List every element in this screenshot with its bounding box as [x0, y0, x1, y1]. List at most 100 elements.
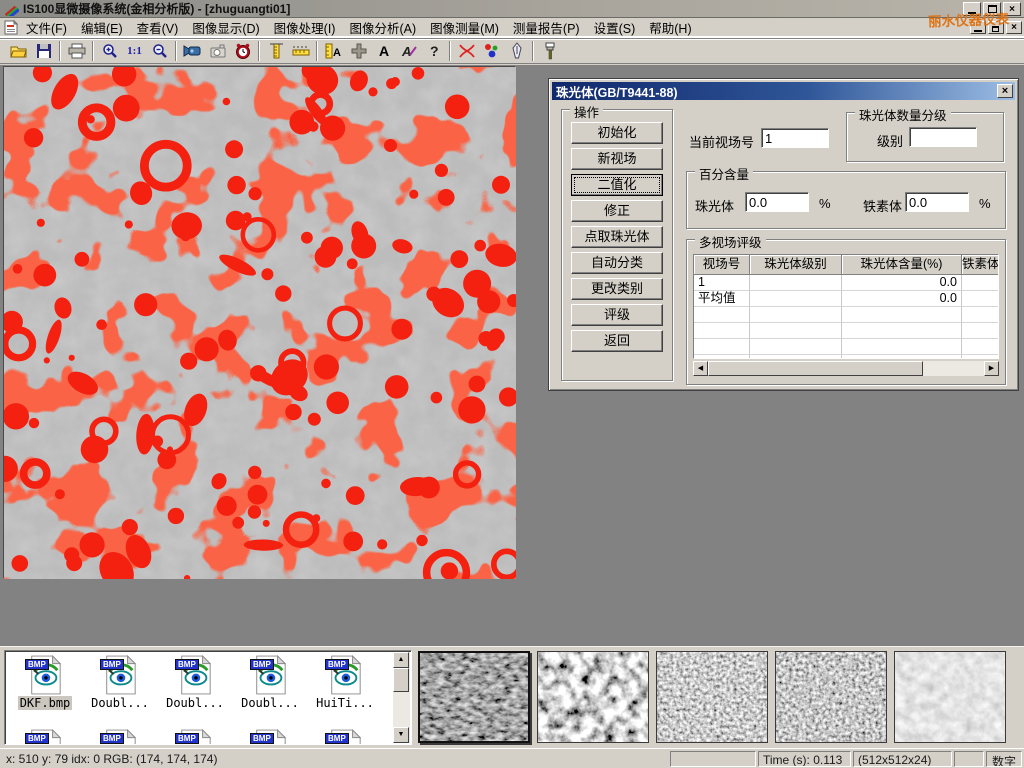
menu-item-file[interactable]: 文件(F) — [19, 17, 74, 38]
ferrite-input[interactable] — [905, 192, 969, 212]
measure-text-button[interactable]: A — [321, 40, 346, 62]
video-capture-button[interactable] — [180, 40, 205, 62]
zoom-in-icon — [101, 42, 119, 60]
pearlite-dialog: 珠光体(GB/T9441-88) × 操作 初始化 新视场 二值化 修正 点取珠… — [548, 78, 1019, 391]
scroll-left-button[interactable]: ◀ — [693, 361, 708, 376]
return-button[interactable]: 返回 — [571, 330, 663, 352]
scrollbar-thumb[interactable] — [393, 668, 409, 692]
new-field-button[interactable]: 新视场 — [571, 148, 663, 170]
actual-size-button[interactable]: 1:1 — [122, 40, 147, 62]
scroll-down-button[interactable]: ▼ — [393, 727, 409, 743]
file-name[interactable]: Doubl... — [239, 696, 301, 710]
toolbar-separator — [316, 41, 318, 61]
file-item-partial[interactable]: BMP — [309, 729, 381, 745]
cell-empty — [842, 307, 962, 323]
file-item[interactable]: BMP HuiTi... — [309, 655, 381, 710]
horizontal-ruler-icon — [291, 42, 311, 60]
file-item-partial[interactable]: BMP — [9, 729, 81, 745]
file-item[interactable]: BMP Doubl... — [84, 655, 156, 710]
column-pearlite-content[interactable]: 珠光体含量(%) — [842, 255, 962, 275]
thumbnail-2[interactable] — [537, 651, 649, 743]
particle-classes-button[interactable] — [479, 40, 504, 62]
print-button[interactable] — [64, 40, 89, 62]
grade-button[interactable]: 评级 — [571, 304, 663, 326]
file-item[interactable]: BMP DKF.bmp — [9, 655, 81, 710]
text-annotation-button[interactable]: A — [371, 40, 396, 62]
scroll-right-button[interactable]: ▶ — [984, 361, 999, 376]
timer-button[interactable] — [230, 40, 255, 62]
menu-item-image-analysis[interactable]: 图像分析(A) — [342, 17, 423, 38]
help-button[interactable]: ? — [421, 40, 446, 62]
file-item[interactable]: BMP Doubl... — [159, 655, 231, 710]
menu-item-report[interactable]: 测量报告(P) — [506, 17, 587, 38]
table-row[interactable]: 平均值 0.0 — [694, 291, 998, 307]
specimen-image[interactable] — [3, 66, 515, 578]
curve-eraser-button[interactable] — [454, 40, 479, 62]
dialog-close-button[interactable]: × — [997, 84, 1013, 98]
initialize-button[interactable]: 初始化 — [571, 122, 663, 144]
level-input[interactable] — [909, 127, 977, 147]
mdi-client-area: 珠光体(GB/T9441-88) × 操作 初始化 新视场 二值化 修正 点取珠… — [0, 65, 1024, 646]
caliper-button[interactable] — [263, 40, 288, 62]
table-horizontal-scrollbar[interactable]: ◀ ▶ — [693, 361, 999, 376]
table-row[interactable]: 1 0.0 — [694, 275, 998, 291]
file-list-scrollbar[interactable]: ▲ ▼ — [393, 652, 410, 743]
column-field[interactable]: 视场号 — [694, 255, 750, 275]
file-item-partial[interactable]: BMP — [84, 729, 156, 745]
zoom-out-button[interactable] — [147, 40, 172, 62]
binarize-button[interactable]: 二值化 — [571, 174, 663, 196]
ruler-button[interactable] — [288, 40, 313, 62]
scroll-up-button[interactable]: ▲ — [393, 652, 409, 668]
pick-pearlite-button[interactable]: 点取珠光体 — [571, 226, 663, 248]
column-ferrite-content[interactable]: 铁素体含量(%) — [962, 255, 999, 275]
move-button[interactable] — [346, 40, 371, 62]
file-name[interactable]: Doubl... — [164, 696, 226, 710]
save-button[interactable] — [31, 40, 56, 62]
cursor-position-readout: x: 510 y: 79 idx: 0 RGB: (174, 174, 174) — [6, 752, 217, 766]
menu-item-help[interactable]: 帮助(H) — [642, 17, 698, 38]
close-icon: × — [1011, 22, 1017, 33]
menu-item-settings[interactable]: 设置(S) — [587, 17, 643, 38]
menu-item-image-measure[interactable]: 图像测量(M) — [423, 17, 506, 38]
file-name[interactable]: DKF.bmp — [18, 696, 73, 710]
cell-empty — [694, 323, 750, 339]
menu-item-image-process[interactable]: 图像处理(I) — [267, 17, 343, 38]
dialog-title-bar[interactable]: 珠光体(GB/T9441-88) × — [552, 82, 1015, 100]
thumbnail-4[interactable] — [775, 651, 887, 743]
open-button[interactable] — [6, 40, 31, 62]
pen-icon — [510, 42, 524, 60]
table-row-empty — [694, 355, 998, 359]
correct-button[interactable]: 修正 — [571, 200, 663, 222]
vertical-ruler-icon — [267, 42, 285, 60]
column-grade[interactable]: 珠光体级别 — [750, 255, 842, 275]
table-header: 视场号 珠光体级别 珠光体含量(%) 铁素体含量(%) — [694, 255, 998, 275]
bmp-file-icon: BMP — [252, 655, 288, 695]
close-icon: × — [1002, 85, 1008, 97]
edit-text-button[interactable]: A — [396, 40, 421, 62]
brush-button[interactable] — [537, 40, 562, 62]
file-item-partial[interactable]: BMP — [234, 729, 306, 745]
auto-classify-button[interactable]: 自动分类 — [571, 252, 663, 274]
menu-item-view[interactable]: 查看(V) — [130, 17, 186, 38]
camera-capture-button[interactable] — [205, 40, 230, 62]
current-field-input[interactable] — [761, 128, 829, 148]
minimize-icon — [974, 30, 982, 32]
zoom-in-button[interactable] — [97, 40, 122, 62]
thumbnail-3[interactable] — [656, 651, 768, 743]
change-class-button[interactable]: 更改类别 — [571, 278, 663, 300]
thumbnail-5[interactable] — [894, 651, 1006, 743]
menu-item-image-display[interactable]: 图像显示(D) — [185, 17, 266, 38]
pen-button[interactable] — [504, 40, 529, 62]
save-icon — [35, 42, 53, 60]
pearlite-input[interactable] — [745, 192, 809, 212]
file-item[interactable]: BMP Doubl... — [234, 655, 306, 710]
scrollbar-thumb[interactable] — [708, 361, 923, 376]
file-name[interactable]: Doubl... — [89, 696, 151, 710]
menu-item-edit[interactable]: 编辑(E) — [74, 17, 130, 38]
file-item-partial[interactable]: BMP — [159, 729, 231, 745]
percentage-group: 百分含量 珠光体 % 铁素体 % — [686, 171, 1006, 229]
pearlite-label: 珠光体 — [695, 196, 734, 215]
file-name[interactable]: HuiTi... — [314, 696, 376, 710]
thumbnail-1[interactable] — [418, 651, 530, 743]
window-title: IS100显微摄像系统(金相分析版) - [zhuguangti01] — [23, 0, 290, 17]
